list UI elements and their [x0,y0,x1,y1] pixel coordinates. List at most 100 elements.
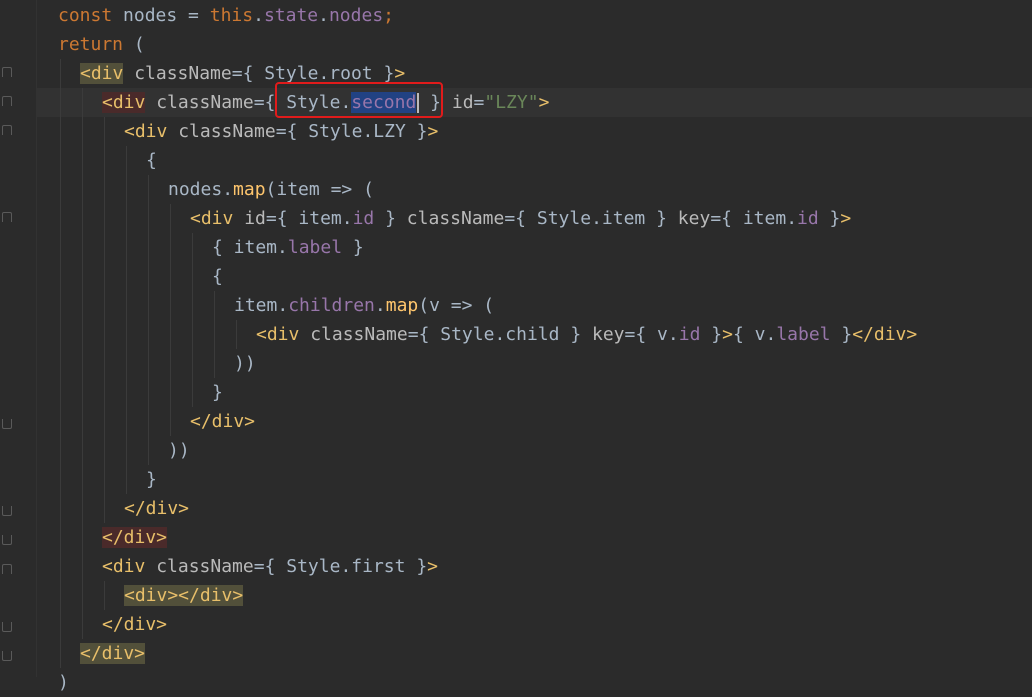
indent-guide [60,262,61,291]
code-token: > [722,324,733,345]
code-line[interactable]: </div> [36,523,1032,552]
code-token: root [329,63,373,84]
code-token: <div [124,121,168,142]
indent-guide [60,146,61,175]
code-token: } [405,556,428,577]
indent-guide [82,291,83,320]
code-line[interactable]: <div></div> [36,581,1032,610]
code-line[interactable]: </div> [36,494,1032,523]
code-editor[interactable]: const nodes = this.state.nodes; return (<… [0,0,1032,693]
code-token: Style [429,324,495,345]
fold-marker-icon[interactable] [2,125,12,135]
code-line[interactable]: ) [36,668,1032,697]
code-line[interactable]: <div className={ Style.first }> [36,552,1032,581]
code-token: item [287,208,342,229]
indent-guide [126,436,127,465]
code-token: id [441,92,474,113]
code-line[interactable]: <div className={ Style.child } key={ v.i… [36,320,1032,349]
indent-guide [148,291,149,320]
code-token: . [362,121,374,142]
code-line[interactable]: )) [36,349,1032,378]
code-token: map [233,179,266,200]
code-token: id [352,208,375,229]
indent-guide [104,349,105,378]
code-token: > [427,121,439,142]
code-line[interactable]: const nodes = this.state.nodes; [36,1,1032,30]
code-token: label [287,237,343,258]
code-token: ={ [407,324,430,345]
fold-marker-icon[interactable] [2,622,12,632]
indent-guide [104,146,105,175]
code-line[interactable]: <div className={ Style.second } id="LZY"… [36,88,1032,117]
code-line-content: </div> [190,407,255,436]
code-line[interactable]: return ( [36,30,1032,59]
code-token: > [394,63,406,84]
code-line[interactable]: <div className={ Style.LZY }> [36,117,1032,146]
fold-marker-icon[interactable] [2,535,12,545]
code-line-content: <div className={ Style.child } key={ v.i… [256,320,917,349]
code-token: . [341,208,353,229]
code-token: className [167,121,276,142]
code-token: ={ [275,121,298,142]
code-line-content: <div className={ Style.LZY }> [124,117,438,146]
indent-guide [126,291,127,320]
indent-guide [60,349,61,378]
code-area[interactable]: const nodes = this.state.nodes; return (<… [36,0,1032,693]
indent-guide [192,233,193,262]
fold-marker-icon[interactable] [2,564,12,574]
code-token: . [374,295,386,316]
indent-guide [82,610,83,639]
code-token: } [374,208,396,229]
code-token: } [212,382,223,403]
code-line[interactable]: item.children.map(v => ( [36,291,1032,320]
code-line-content: const nodes = this.state.nodes; [58,1,394,30]
indent-guide [82,88,83,117]
code-token: className [145,92,254,113]
indent-guide [60,581,61,610]
indent-guide [170,320,171,349]
code-token: } [700,324,723,345]
fold-marker-icon[interactable] [2,212,12,222]
indent-guide [60,436,61,465]
indent-guide [104,291,105,320]
code-line[interactable]: <div className={ Style.root }> [36,59,1032,88]
code-line[interactable]: { [36,146,1032,175]
code-token: className [299,324,408,345]
code-line[interactable]: { [36,262,1032,291]
code-line[interactable]: </div> [36,639,1032,668]
code-token: v [646,324,668,345]
fold-marker-icon[interactable] [2,419,12,429]
code-line[interactable]: nodes.map(item => ( [36,175,1032,204]
code-token: className [145,556,254,577]
indent-guide [82,146,83,175]
indent-guide [82,581,83,610]
code-line[interactable]: } [36,465,1032,494]
indent-guide [192,262,193,291]
code-line[interactable]: </div> [36,610,1032,639]
code-line[interactable]: { item.label } [36,233,1032,262]
indent-guide [104,436,105,465]
code-token: } [830,324,853,345]
code-token: ={ [265,208,288,229]
fold-marker-icon[interactable] [2,67,12,77]
fold-marker-icon[interactable] [2,506,12,516]
indent-guide [104,378,105,407]
indent-guide [126,175,127,204]
code-token: ( [123,34,145,55]
code-line[interactable]: } [36,378,1032,407]
fold-marker-icon[interactable] [2,96,12,106]
editor-gutter[interactable] [0,0,37,677]
code-token: . [318,5,329,26]
code-token: )) [168,440,190,461]
code-line[interactable]: <div id={ item.id } className={ Style.it… [36,204,1032,233]
code-token: label [776,324,831,345]
code-line[interactable]: </div> [36,407,1032,436]
indent-guide [214,320,215,349]
code-token: key [581,324,625,345]
indent-guide [60,291,61,320]
indent-guide [192,378,193,407]
fold-marker-icon[interactable] [2,651,12,661]
indent-guide [148,407,149,436]
code-token: { [146,150,157,171]
code-line[interactable]: )) [36,436,1032,465]
